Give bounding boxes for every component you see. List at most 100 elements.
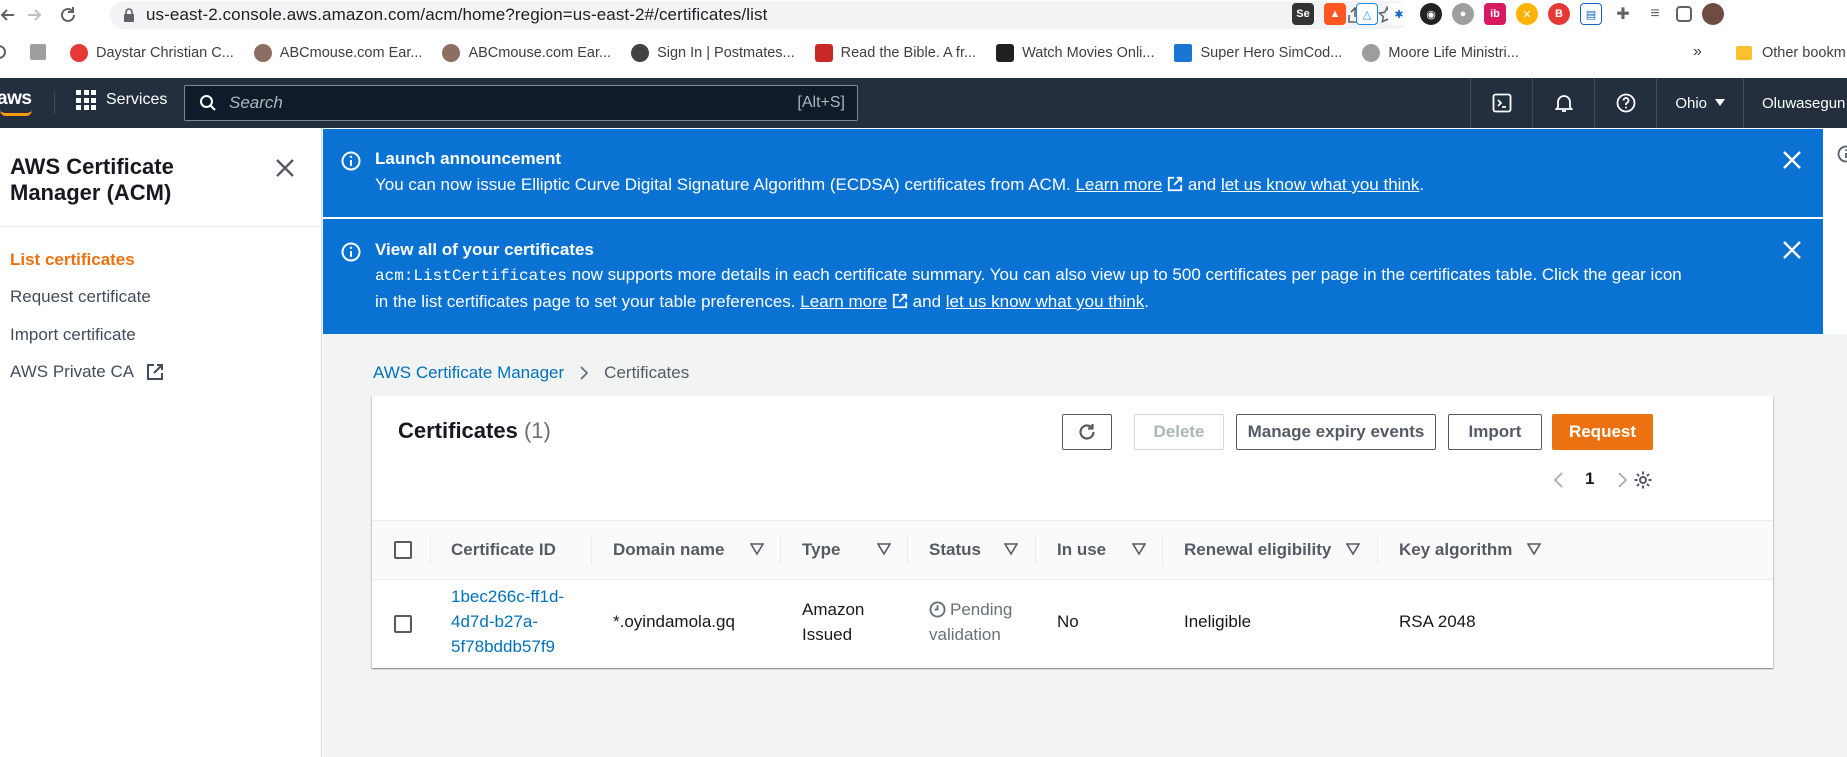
abcmouse-icon [253, 44, 272, 62]
filter-caret-icon[interactable] [1004, 542, 1018, 556]
bookmark-item[interactable]: Sign In | Postmates... [631, 44, 795, 62]
breadcrumb-root-link[interactable]: AWS Certificate Manager [373, 363, 564, 383]
aws-logo[interactable]: aws [0, 88, 32, 110]
reload-icon[interactable] [54, 1, 82, 29]
certificate-id-link[interactable]: 1bec266c-ff1d- 4d7d-b27a- 5f78bddb57f9 [451, 584, 564, 659]
flash-title: Launch announcement [375, 149, 562, 168]
info-panel-icon[interactable] [1837, 145, 1847, 163]
flash-body: You can now issue Elliptic Curve Digital… [375, 175, 1425, 194]
address-bar[interactable]: us-east-2.console.aws.amazon.com/acm/hom… [110, 1, 1410, 29]
column-divider [1035, 535, 1036, 565]
flash-title: View all of your certificates [375, 240, 594, 259]
extension-icon[interactable]: ▲ [1324, 3, 1346, 25]
certificate-count: (1) [523, 418, 551, 443]
filter-caret-icon[interactable] [1132, 542, 1146, 556]
learn-more-link[interactable]: Learn more [800, 292, 887, 311]
close-sidebar-icon[interactable] [273, 156, 297, 180]
selenium-extension-icon[interactable]: Se [1292, 3, 1314, 25]
sidebar-item-private-ca[interactable]: AWS Private CA [10, 362, 164, 382]
search-input[interactable]: Search [Alt+S] [184, 85, 858, 121]
filter-caret-icon[interactable] [1527, 542, 1541, 556]
column-divider [430, 535, 431, 565]
sidebar-item-request-certificate[interactable]: Request certificate [10, 287, 151, 307]
lock-icon [124, 8, 134, 22]
side-panel-icon[interactable] [1676, 6, 1692, 22]
page-number[interactable]: 1 [1585, 469, 1594, 489]
bookmark-item[interactable]: ABCmouse.com Ear... [253, 44, 422, 62]
column-header-status[interactable]: Status [929, 540, 981, 560]
bookmark-item[interactable]: Daystar Christian C... [70, 44, 234, 62]
previous-page-icon[interactable] [1552, 471, 1566, 489]
bookmark-item[interactable]: ABCmouse.com Ear... [442, 44, 611, 62]
nav-divider [54, 92, 55, 114]
extension-icon[interactable]: ✕ [1516, 3, 1538, 25]
api-code: acm:ListCertificates [375, 267, 568, 285]
other-bookmarks[interactable]: Other bookm [1736, 38, 1846, 68]
bookmarks-bar: Daystar Christian C... ABCmouse.com Ear.… [0, 38, 1847, 68]
puzzle-icon[interactable]: ✚ [1612, 3, 1634, 25]
import-button[interactable]: Import [1448, 414, 1542, 450]
sidebar-item-import-certificate[interactable]: Import certificate [10, 325, 136, 345]
abcmouse-icon [442, 44, 461, 62]
extension-icon[interactable]: ◉ [1420, 3, 1442, 25]
refresh-button[interactable] [1062, 414, 1112, 450]
help-icon[interactable] [1594, 78, 1656, 128]
extension-icon[interactable]: ✱ [1388, 3, 1410, 25]
table-row[interactable]: 1bec266c-ff1d- 4d7d-b27a- 5f78bddb57f9 *… [372, 580, 1773, 668]
renewal-eligibility-cell: Ineligible [1184, 612, 1252, 631]
feedback-link[interactable]: let us know what you think [946, 292, 1144, 311]
bookmarks-overflow-icon[interactable]: » [1693, 43, 1702, 61]
filter-caret-icon[interactable] [750, 542, 764, 556]
extension-icon[interactable]: △ [1356, 3, 1378, 25]
column-header-domain-name[interactable]: Domain name [613, 540, 724, 560]
account-menu[interactable]: Oluwasegun [1743, 78, 1847, 128]
manage-expiry-events-button[interactable]: Manage expiry events [1236, 414, 1436, 450]
row-select-checkbox[interactable] [394, 615, 412, 633]
next-page-icon[interactable] [1615, 471, 1629, 489]
extension-icon[interactable]: ib [1484, 3, 1506, 25]
bookmark-item[interactable]: Watch Movies Onli... [996, 44, 1154, 62]
region-selector[interactable]: Ohio [1656, 78, 1743, 128]
browser-toolbar: us-east-2.console.aws.amazon.com/acm/hom… [0, 0, 1847, 30]
request-button[interactable]: Request [1552, 414, 1653, 450]
cloudshell-icon[interactable] [1470, 78, 1532, 128]
bookmark-item[interactable]: Moore Life Ministri... [1362, 44, 1519, 62]
column-header-key-algorithm[interactable]: Key algorithm [1399, 540, 1512, 560]
sidebar-item-list-certificates[interactable]: List certificates [10, 250, 135, 270]
back-icon[interactable] [0, 1, 22, 29]
folder-icon [1736, 46, 1752, 60]
bookmark-item[interactable]: Super Hero SimCod... [1174, 44, 1342, 62]
column-header-renewal-eligibility[interactable]: Renewal eligibility [1184, 540, 1331, 560]
dismiss-flash-icon[interactable] [1781, 239, 1803, 261]
extension-icon[interactable]: B [1548, 3, 1570, 25]
profile-avatar[interactable] [1702, 3, 1724, 25]
flash-body: acm:ListCertificates now supports more d… [375, 265, 1682, 311]
ministry-icon [1362, 44, 1381, 62]
delete-button[interactable]: Delete [1134, 414, 1224, 450]
column-header-certificate-id[interactable]: Certificate ID [451, 540, 556, 560]
bookmark-item[interactable]: Read the Bible. A fr... [814, 44, 976, 62]
bookmark-folder-icon[interactable] [30, 44, 46, 60]
info-icon [341, 242, 361, 262]
filter-caret-icon[interactable] [877, 542, 891, 556]
forward-icon[interactable] [20, 1, 48, 29]
feedback-link[interactable]: let us know what you think [1221, 175, 1419, 194]
extension-icon[interactable]: ● [1452, 3, 1474, 25]
notifications-bell-icon[interactable] [1532, 78, 1594, 128]
gear-icon[interactable] [1633, 470, 1653, 490]
dismiss-flash-icon[interactable] [1781, 149, 1803, 171]
column-header-in-use[interactable]: In use [1057, 540, 1106, 560]
services-menu[interactable]: Services [76, 90, 167, 110]
column-header-type[interactable]: Type [802, 540, 840, 560]
panel-title: Certificates (1) [398, 418, 551, 443]
select-all-checkbox[interactable] [394, 541, 412, 559]
url-text: us-east-2.console.aws.amazon.com/acm/hom… [146, 5, 768, 24]
certificates-table-panel: Certificates (1) Delete Manage expiry ev… [372, 396, 1773, 668]
media-icon[interactable]: ≡ [1644, 3, 1666, 25]
learn-more-link[interactable]: Learn more [1075, 175, 1162, 194]
apps-icon[interactable] [0, 45, 6, 59]
filter-caret-icon[interactable] [1346, 542, 1360, 556]
pending-clock-icon [929, 601, 946, 618]
sidebar-title[interactable]: AWS Certificate Manager (ACM) [10, 154, 240, 206]
extension-icon[interactable]: ▤ [1580, 3, 1602, 25]
